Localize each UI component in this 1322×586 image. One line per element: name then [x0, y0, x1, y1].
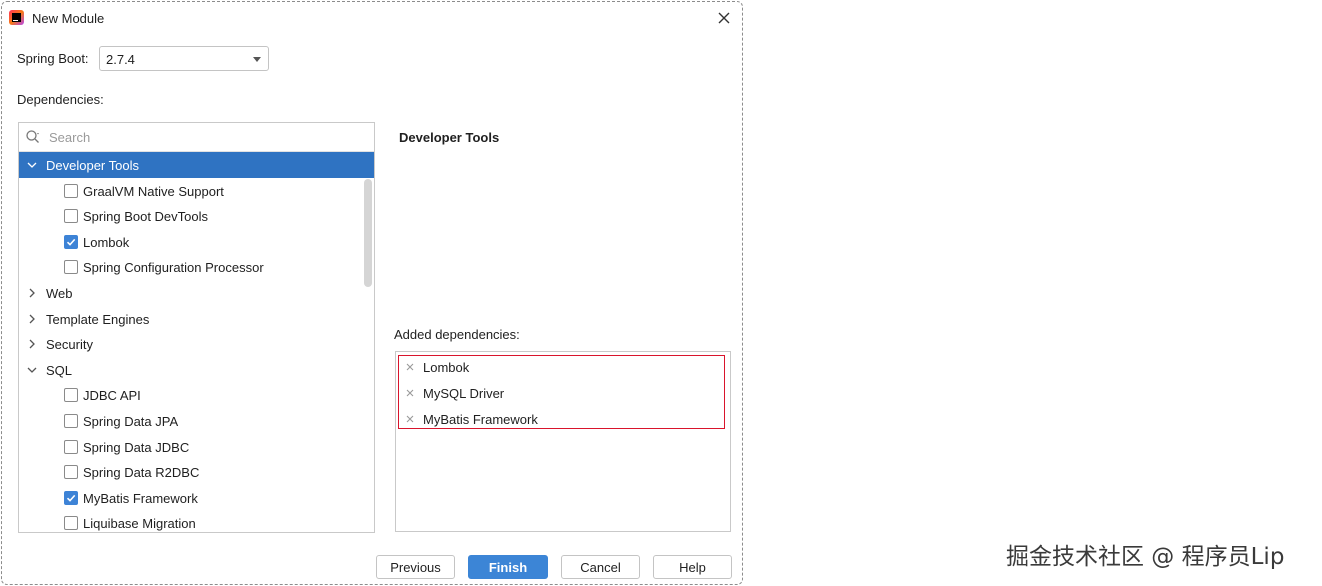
checkbox-unchecked[interactable]	[64, 516, 78, 531]
dependency-item-spring-configuration-processor[interactable]: Spring Configuration Processor	[19, 254, 374, 280]
watermark-text: 掘金技术社区 @ 程序员Lip	[1006, 544, 1285, 570]
tree-group-security[interactable]: Security	[19, 331, 374, 357]
close-button[interactable]	[714, 8, 734, 28]
dependency-item-label: Spring Data R2DBC	[83, 465, 200, 481]
tree-group-developer-tools[interactable]: Developer Tools	[19, 152, 374, 178]
checkbox-unchecked[interactable]	[64, 439, 78, 454]
remove-icon[interactable]	[404, 413, 416, 425]
dependency-item-label: Spring Data JDBC	[83, 439, 190, 455]
finish-button[interactable]: Finish	[468, 555, 548, 579]
chevron-right-icon[interactable]	[27, 339, 37, 349]
chevron-right-icon[interactable]	[27, 288, 37, 298]
chevron-right-icon[interactable]	[27, 314, 37, 324]
search-bar	[19, 123, 374, 152]
dependency-item-graalvm-native-support[interactable]: GraalVM Native Support	[19, 178, 374, 204]
added-dependency-label: Lombok	[423, 360, 470, 375]
help-button[interactable]: Help	[653, 555, 732, 579]
tree-group-web[interactable]: Web	[19, 280, 374, 306]
added-dependency-label: MySQL Driver	[423, 386, 505, 401]
checkbox-unchecked[interactable]	[64, 388, 78, 403]
intellij-app-icon	[9, 10, 24, 25]
new-module-dialog: New Module Spring Boot: 2.7.4 Dependenci…	[1, 1, 743, 585]
tree-scrollbar[interactable]	[364, 179, 372, 287]
dependency-item-label: Spring Data JPA	[83, 414, 179, 429]
detail-title: Developer Tools	[399, 130, 500, 145]
tree-group-label: SQL	[46, 362, 73, 378]
search-icon	[26, 130, 39, 143]
dependency-item-label: JDBC API	[83, 388, 141, 404]
chevron-down-icon[interactable]	[27, 160, 37, 170]
chevron-down-icon	[253, 57, 261, 62]
dependency-item-label: MyBatis Framework	[83, 490, 198, 506]
dependencies-tree: Developer Tools GraalVM Native Support Spr…	[18, 122, 375, 533]
tree-group-sql[interactable]: SQL	[19, 357, 374, 383]
checkbox-unchecked[interactable]	[64, 465, 78, 480]
dependency-item-label: Liquibase Migration	[83, 516, 196, 532]
dependency-item-label: GraalVM Native Support	[83, 183, 224, 199]
dependency-item-lombok[interactable]: Lombok	[19, 229, 374, 255]
dependency-item-spring-data-jpa[interactable]: Spring Data JPA	[19, 408, 374, 434]
dependency-item-label: Spring Boot DevTools	[83, 209, 209, 225]
dependency-item-label: Spring Configuration Processor	[83, 260, 264, 276]
cancel-button[interactable]: Cancel	[561, 555, 640, 579]
dependency-item-label: Lombok	[83, 234, 130, 250]
dependency-item-spring-data-r2dbc[interactable]: Spring Data R2DBC	[19, 459, 374, 485]
checkbox-checked[interactable]	[64, 234, 78, 249]
checkbox-unchecked[interactable]	[64, 414, 78, 428]
tree-group-label: Developer Tools	[46, 158, 139, 173]
dependency-item-liquibase-migration[interactable]: Liquibase Migration	[19, 510, 374, 532]
added-dependency-label: MyBatis Framework	[423, 412, 538, 427]
spring-boot-version-select[interactable]: 2.7.4	[99, 46, 269, 71]
tree-group-template-engines[interactable]: Template Engines	[19, 306, 374, 332]
added-dependencies-list: Lombok MySQL Driver MyBatis Framework	[395, 351, 731, 532]
dependency-item-mybatis-framework[interactable]: MyBatis Framework	[19, 485, 374, 511]
checkmark-icon	[66, 494, 76, 502]
previous-button[interactable]: Previous	[376, 555, 455, 579]
checkbox-unchecked[interactable]	[64, 209, 78, 224]
chevron-down-icon[interactable]	[27, 365, 37, 375]
tree-group-label: Web	[46, 286, 73, 301]
dependency-item-spring-data-jdbc[interactable]: Spring Data JDBC	[19, 434, 374, 460]
checkmark-icon	[66, 238, 76, 246]
window-title: New Module	[32, 11, 105, 26]
added-dependency-mysql-driver: MySQL Driver	[404, 383, 714, 405]
checkbox-checked[interactable]	[64, 490, 78, 505]
spring-boot-version-value: 2.7.4	[106, 52, 135, 67]
added-dependency-lombok: Lombok	[404, 357, 714, 379]
close-icon	[718, 12, 730, 24]
dependency-item-jdbc-api[interactable]: JDBC API	[19, 382, 374, 408]
tree-group-label: Security	[46, 337, 93, 353]
spring-boot-label: Spring Boot:	[17, 51, 89, 66]
dependencies-label: Dependencies:	[17, 92, 104, 107]
added-dependencies-label: Added dependencies:	[394, 327, 520, 342]
remove-icon[interactable]	[404, 387, 416, 399]
search-input[interactable]	[49, 126, 369, 148]
checkbox-unchecked[interactable]	[64, 183, 78, 198]
tree-group-label: Template Engines	[46, 311, 150, 327]
checkbox-unchecked[interactable]	[64, 260, 78, 275]
dependency-item-spring-boot-devtools[interactable]: Spring Boot DevTools	[19, 203, 374, 229]
remove-icon[interactable]	[404, 361, 416, 373]
added-dependency-mybatis-framework: MyBatis Framework	[404, 409, 714, 431]
